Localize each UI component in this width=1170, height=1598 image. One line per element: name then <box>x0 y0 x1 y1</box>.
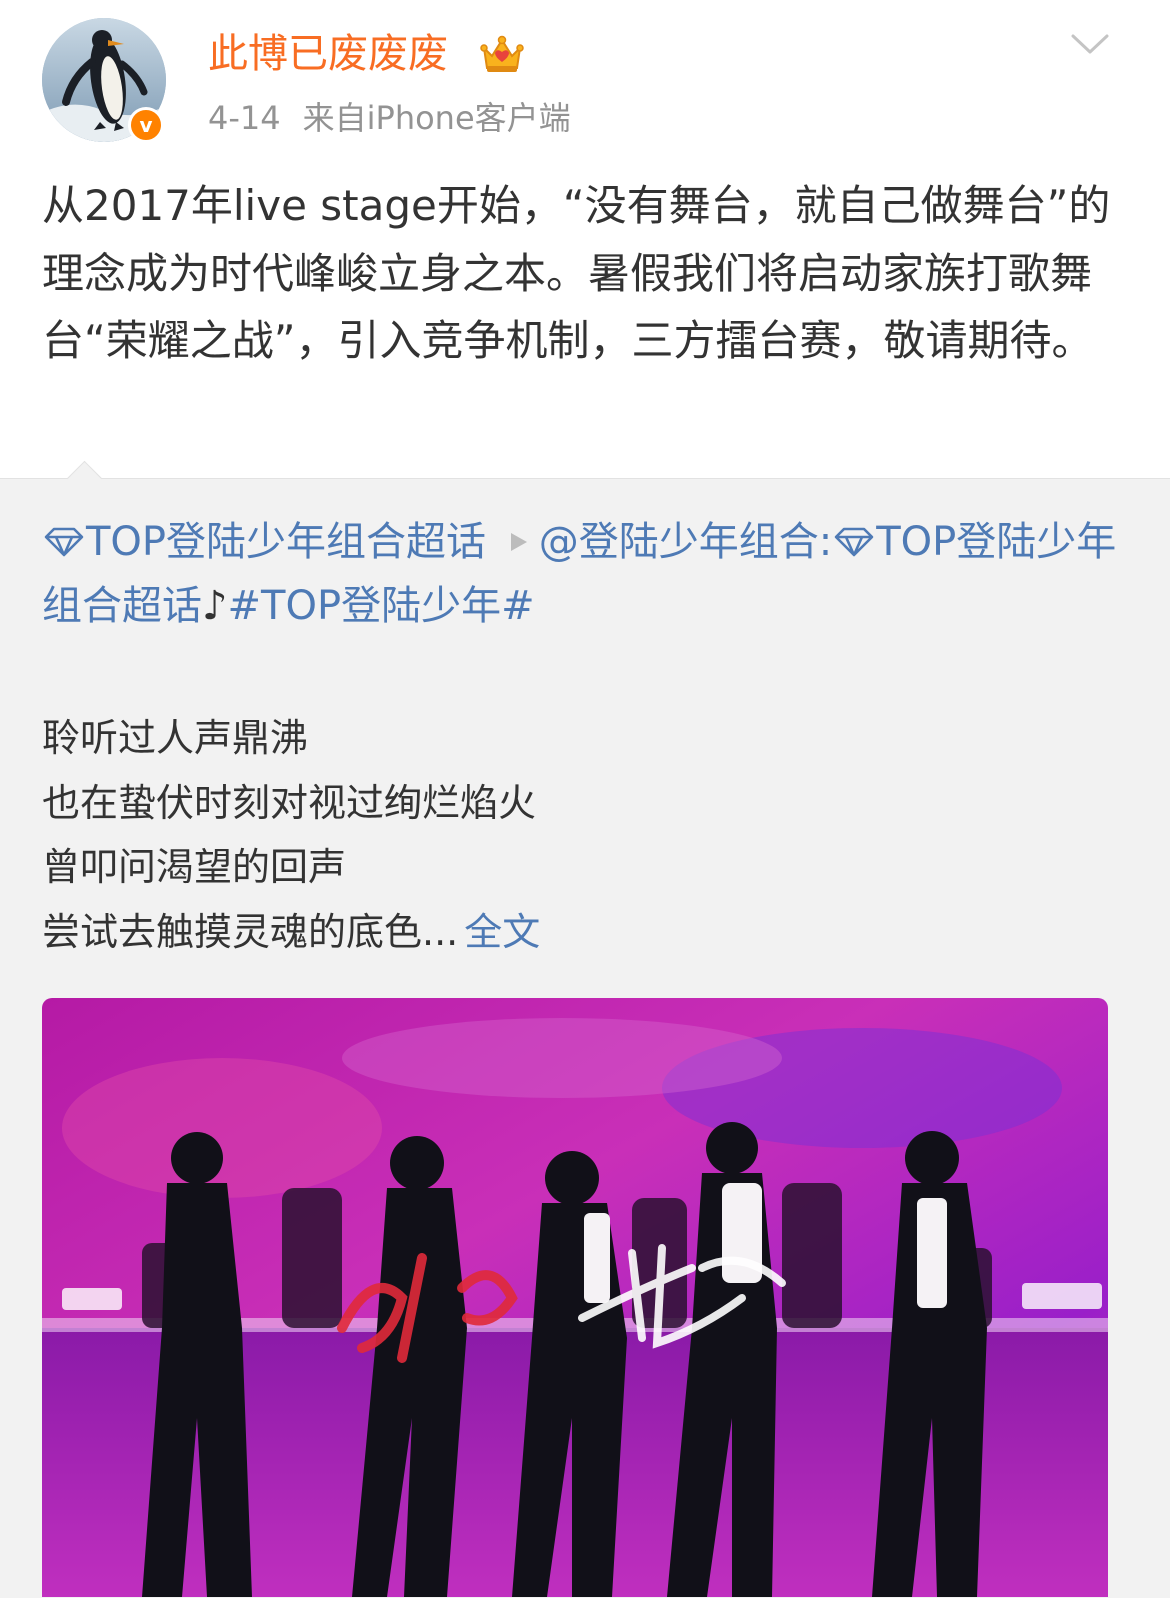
mention-link[interactable]: @登陆少年组合: <box>539 519 832 565</box>
video-thumbnail[interactable] <box>42 998 1108 1597</box>
diamond-icon <box>44 527 84 557</box>
post-header: v 此博已废废废 4-14 来自iPhone客户端 <box>0 0 1170 150</box>
diamond-icon <box>834 527 874 557</box>
poem-line: 尝试去触摸灵魂的底色... 全文 <box>42 909 541 954</box>
play-icon <box>510 533 527 551</box>
poem-line: 曾叩问渴望的回声 <box>42 845 347 889</box>
poem-line: 聆听过人声鼎沸 <box>42 716 309 760</box>
post-date: 4-14 <box>208 99 281 137</box>
poem-line: 也在蛰伏时刻对视过绚烂焰火 <box>42 780 537 825</box>
verified-icon: v <box>128 107 164 143</box>
post-text: 从2017年live stage开始，“没有舞台，就自己做舞台”的理念成为时代峰… <box>42 181 1111 365</box>
stage-performance-image <box>42 998 1108 1597</box>
poem: 聆听过人声鼎沸 也在蛰伏时刻对视过绚烂焰火 曾叩问渴望的回声 尝试去触摸灵魂的底… <box>42 706 540 964</box>
read-more-link[interactable]: 全文 <box>464 910 540 954</box>
music-note: ♪ <box>202 583 228 629</box>
chevron-down-icon[interactable] <box>1070 30 1110 60</box>
post-meta: 4-14 来自iPhone客户端 <box>208 96 571 140</box>
crown-icon[interactable] <box>480 32 524 74</box>
hashtag-link[interactable]: #TOP登陆少年# <box>228 583 535 629</box>
supertopic-link[interactable]: TOP登陆少年组合超话 <box>86 519 486 565</box>
post-source: 来自iPhone客户端 <box>302 99 571 137</box>
repost-text: TOP登陆少年组合超话 @登陆少年组合: TOP登陆少年组合超话♪#TOP登陆少… <box>42 510 1132 638</box>
username[interactable]: 此博已废废废 <box>208 28 448 80</box>
